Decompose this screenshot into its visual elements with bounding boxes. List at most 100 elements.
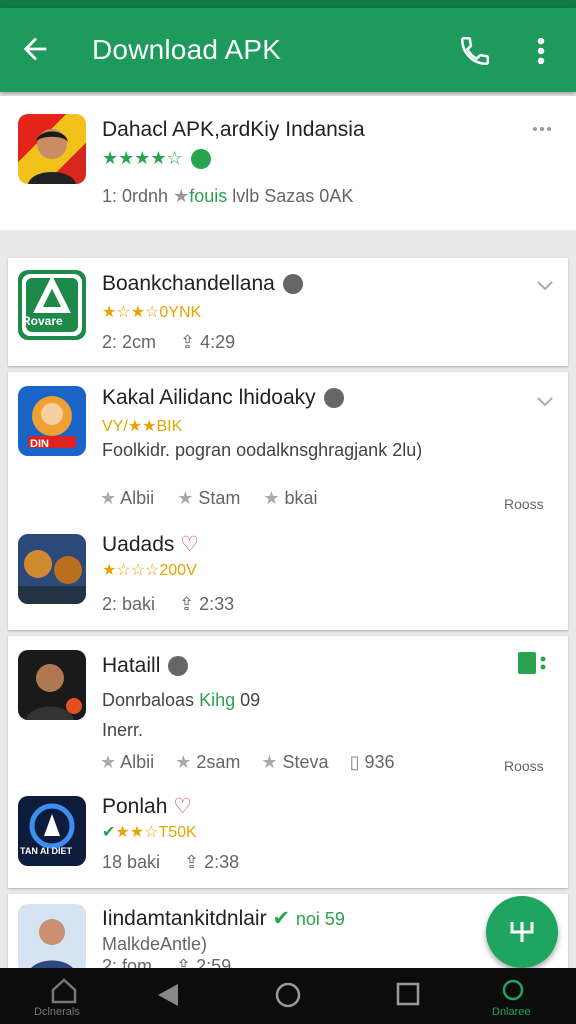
app-icon: TAN AI DIET <box>18 796 86 866</box>
meta-time: 2: baki <box>102 594 156 614</box>
phone-icon[interactable] <box>458 34 492 68</box>
nav-right-label: Dnlaree <box>492 1006 531 1018</box>
meta-time: 2: fom <box>102 956 153 968</box>
app-description: Foolkidr. pogran oodalknsghragjank 2lu) <box>102 440 423 460</box>
heart-icon: ♡ <box>180 533 200 556</box>
app-group-card: Hataill Donrbaloas Kihg 09 Inerr. ★ Albi… <box>8 636 568 888</box>
nav-recents-icon[interactable] <box>396 982 420 1006</box>
verified-badge-icon <box>190 149 211 170</box>
more-options-icon[interactable] <box>532 34 550 68</box>
meta-downloads: lvlb Sazas 0AK <box>232 186 354 206</box>
share-icon: ⇪ <box>179 594 195 614</box>
star-icon[interactable]: ★ <box>175 752 191 772</box>
app-name: Iindamtankitdnlair ✔ noi 59 <box>102 906 345 931</box>
app-group-card: DIN Kakal Ailidanc lhidoaky VY/★★BIK Foo… <box>8 372 568 630</box>
app-title: Kakal Ailidanc lhidoaky <box>102 386 316 409</box>
meta-category: fouis <box>189 186 228 206</box>
app-title: Ponlah <box>102 795 168 818</box>
star-icon[interactable]: ★ <box>177 488 193 508</box>
action-label[interactable]: 936 <box>365 752 395 772</box>
rating-count: 200V <box>159 562 197 579</box>
app-name: Boankchandellana <box>102 272 303 296</box>
share-icon: ⇪ <box>180 332 196 352</box>
app-icon <box>18 114 86 184</box>
star-rating: VY/★★BIK <box>102 416 182 436</box>
app-bar: Download APK <box>0 8 576 92</box>
rating-stars: ★★★★☆ <box>102 148 183 168</box>
overflow-dots-icon[interactable] <box>532 126 552 132</box>
star-icon[interactable]: ★ <box>100 488 116 508</box>
chevron-down-icon[interactable] <box>536 280 554 292</box>
action-label[interactable]: Steva <box>283 752 329 772</box>
star-icon[interactable]: ★ <box>261 752 277 772</box>
globe-icon <box>323 388 344 409</box>
desc-highlight: Kihg <box>199 690 236 710</box>
action-row: ★ Albii ★ 2sam ★ Steva ▯ 936 <box>100 752 395 773</box>
nav-back-icon[interactable] <box>156 982 180 1008</box>
app-subtitle: Inerr. <box>102 720 144 740</box>
nav-home-circle-icon[interactable] <box>274 981 302 1009</box>
desc-text: Donrbaloas <box>102 690 195 710</box>
rating-count: T50K <box>158 824 197 841</box>
side-label: Rooss <box>504 496 544 512</box>
app-icon <box>18 650 86 720</box>
nav-left-label: Dclnerals <box>34 1006 80 1018</box>
app-title: Uadads <box>102 533 175 556</box>
icon-label: Rovare <box>22 314 63 328</box>
app-icon: Rovare <box>18 270 86 340</box>
meta-duration: 2:38 <box>204 852 240 872</box>
rating-stars: ★☆☆☆ <box>102 562 160 579</box>
download-fab-button[interactable] <box>486 896 558 968</box>
app-name: Uadads ♡ <box>102 532 199 557</box>
home-icon[interactable] <box>50 978 78 1004</box>
back-arrow-icon[interactable] <box>18 32 52 66</box>
action-label[interactable]: 2sam <box>196 752 240 772</box>
app-icon <box>18 534 86 604</box>
rating-count: BIK <box>156 418 183 435</box>
chat-icon[interactable] <box>500 978 526 1004</box>
action-label[interactable]: Albii <box>120 752 154 772</box>
grid-menu-icon[interactable] <box>518 652 548 674</box>
star-icon[interactable]: ★ <box>100 752 116 772</box>
app-description: Donrbaloas Kihg 09 <box>102 690 260 711</box>
app-name: Ponlah ♡ <box>102 794 192 819</box>
action-label[interactable]: Stam <box>198 488 240 508</box>
app-meta: 18 baki ⇪ 2:38 <box>102 852 239 873</box>
app-list-item[interactable]: Iindamtankitdnlair ✔ noi 59 MalkdeAntle)… <box>8 894 568 974</box>
app-title: Hataill <box>102 654 161 677</box>
app-icon: DIN <box>18 386 86 456</box>
app-meta: 1: 0rdnh ★fouis lvlb Sazas 0AK <box>102 186 353 207</box>
status-bar <box>0 0 576 8</box>
meta-duration: 2:33 <box>199 594 235 614</box>
app-description: MalkdeAntle) <box>102 934 208 954</box>
desc-number: 09 <box>240 690 261 710</box>
globe-icon <box>168 656 189 677</box>
action-label[interactable]: bkai <box>285 488 318 508</box>
rating-count: 0YNK <box>159 304 202 321</box>
star-rating: ✔★★☆T50K <box>102 822 197 842</box>
meta-duration: 2:59 <box>196 956 232 968</box>
action-row: ★ Albii ★ Stam ★ bkai <box>100 488 318 509</box>
app-meta: 2: 2cm ⇪ 4:29 <box>102 332 235 353</box>
featured-app-item[interactable]: Dahacl APK,ardKiy Indansia ★★★★☆ 1: 0rdn… <box>0 96 576 230</box>
icon-label: TAN AI DIET <box>20 846 72 856</box>
download-icon <box>510 922 534 942</box>
thumbs-up-icon: ✔ <box>102 824 116 841</box>
document-icon[interactable]: ▯ <box>350 752 360 772</box>
app-icon <box>18 904 86 974</box>
star-rating: ★★★★☆ <box>102 148 211 170</box>
action-label[interactable]: Albii <box>120 488 154 508</box>
app-list-item[interactable]: Rovare Boankchandellana ★☆★☆0YNK 2: 2cm ⇪… <box>8 258 568 366</box>
rating-stars: ★★☆ <box>115 824 159 841</box>
star-rating: ★☆☆☆200V <box>102 560 197 580</box>
chevron-down-icon[interactable] <box>536 396 554 408</box>
meta-size: 1: 0rdnh <box>102 186 169 206</box>
page-title: Download APK <box>92 34 282 65</box>
star-rating: ★☆★☆0YNK <box>102 302 201 322</box>
app-name: Kakal Ailidanc lhidoaky <box>102 386 344 410</box>
app-title: Boankchandellana <box>102 272 275 295</box>
meta-time: 18 baki <box>102 852 161 872</box>
app-name: Dahacl APK,ardKiy Indansia <box>102 118 365 141</box>
star-icon[interactable]: ★ <box>263 488 279 508</box>
meta-time: 2: 2cm <box>102 332 157 352</box>
